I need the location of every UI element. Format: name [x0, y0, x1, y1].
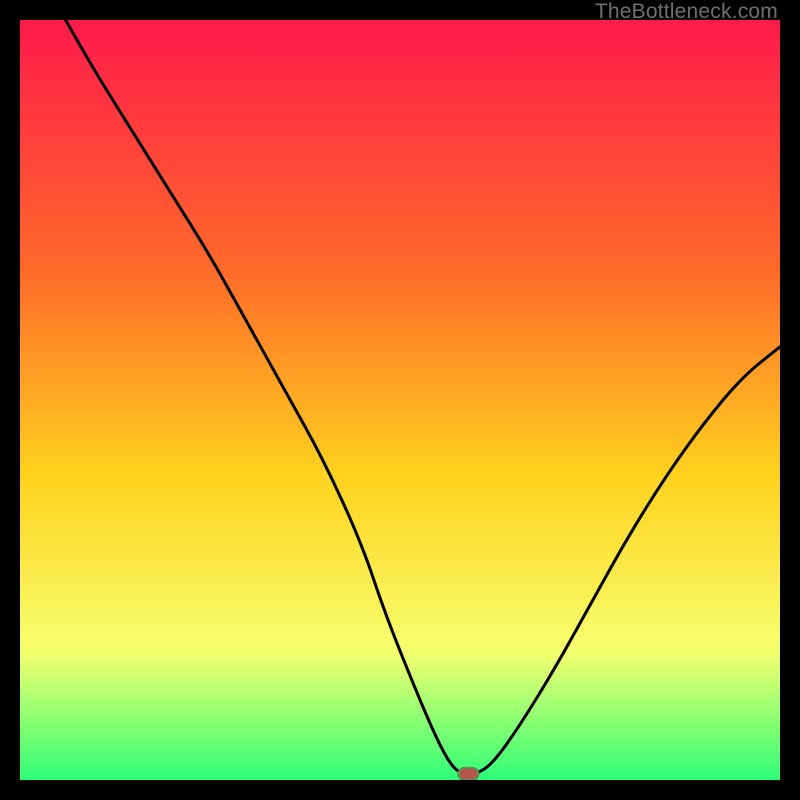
bottleneck-chart	[20, 20, 780, 780]
optimal-point-marker	[458, 768, 478, 780]
plot-area	[20, 20, 780, 780]
outer-frame: TheBottleneck.com	[0, 0, 800, 800]
